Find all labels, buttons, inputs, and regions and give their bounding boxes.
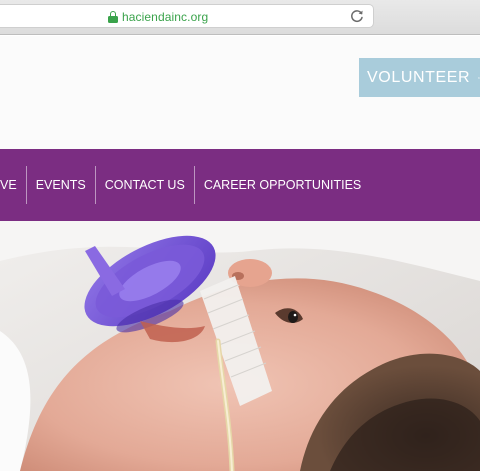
nav-item-career-opportunities[interactable]: CAREER OPPORTUNITIES [195,166,370,204]
url-text: haciendainc.org [122,10,209,24]
lock-icon [108,11,118,23]
nav-item-contact-us[interactable]: CONTACT US [96,166,195,204]
main-nav: VE EVENTS CONTACT US CAREER OPPORTUNITIE… [0,149,480,221]
address-bar[interactable]: haciendainc.org [0,4,374,28]
volunteer-label: VOLUNTEER [367,68,471,86]
browser-toolbar: haciendainc.org [0,0,480,35]
url-display: haciendainc.org [108,9,208,25]
nav-item-ve[interactable]: VE [0,166,27,204]
volunteer-button[interactable]: VOLUNTEER [359,58,480,97]
site-header: VOLUNTEER [0,36,480,149]
newborn-photo [0,221,480,471]
hero-image [0,221,480,471]
reload-icon[interactable] [349,8,365,24]
nav-item-events[interactable]: EVENTS [27,166,96,204]
